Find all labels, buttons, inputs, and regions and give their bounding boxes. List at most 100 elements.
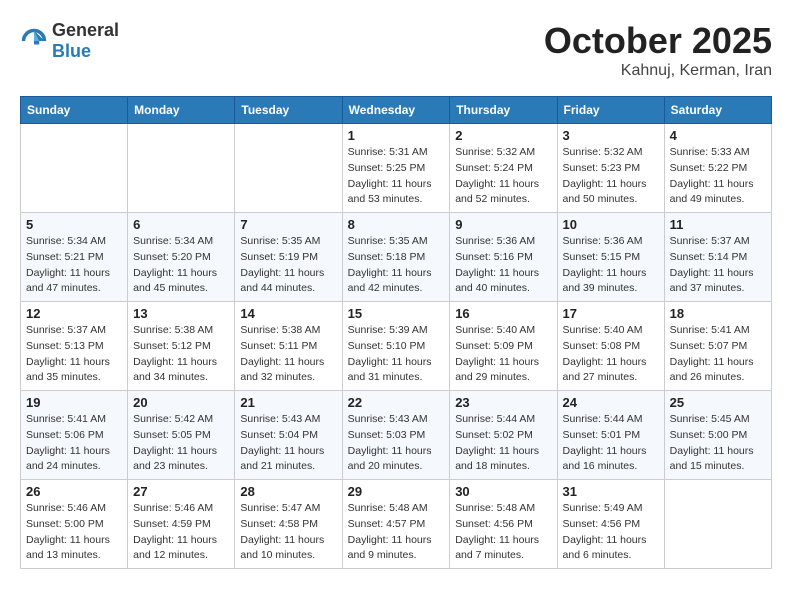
day-number: 25 xyxy=(670,395,766,410)
day-number: 2 xyxy=(455,128,551,143)
calendar-cell: 15 Sunrise: 5:39 AMSunset: 5:10 PMDayligh… xyxy=(342,302,450,391)
location: Kahnuj, Kerman, Iran xyxy=(544,62,772,80)
calendar-cell: 11Sunrise: 5:37 AMSunset: 5:14 PMDayligh… xyxy=(664,213,771,302)
weekday-header: Saturday xyxy=(664,97,771,124)
day-info: Sunrise: 5:44 AMSunset: 5:02 PMDaylight:… xyxy=(455,412,551,475)
calendar-cell: 31 Sunrise: 5:49 AMSunset: 4:56 PMDayligh… xyxy=(557,480,664,569)
month-title: October 2025 xyxy=(544,20,772,62)
day-info: Sunrise: 5:46 AMSunset: 5:00 PMDaylight:… xyxy=(26,501,122,564)
day-number: 29 xyxy=(348,484,445,499)
day-info: Sunrise: 5:43 AMSunset: 5:04 PMDaylight:… xyxy=(240,412,336,475)
day-number: 7 xyxy=(240,217,336,232)
calendar-cell xyxy=(128,124,235,213)
day-info: Sunrise: 5:46 AMSunset: 4:59 PMDaylight:… xyxy=(133,501,229,564)
calendar-cell xyxy=(235,124,342,213)
day-info: Sunrise: 5:40 AMSunset: 5:09 PMDaylight:… xyxy=(455,323,551,386)
calendar-week-row: 19Sunrise: 5:41 AMSunset: 5:06 PMDayligh… xyxy=(21,391,772,480)
calendar-cell: 13 Sunrise: 5:38 AMSunset: 5:12 PMDayligh… xyxy=(128,302,235,391)
calendar-cell: 28Sunrise: 5:47 AMSunset: 4:58 PMDayligh… xyxy=(235,480,342,569)
calendar-cell: 12 Sunrise: 5:37 AMSunset: 5:13 PMDayligh… xyxy=(21,302,128,391)
day-number: 4 xyxy=(670,128,766,143)
calendar-header-row: SundayMondayTuesdayWednesdayThursdayFrid… xyxy=(21,97,772,124)
calendar-cell: 16 Sunrise: 5:40 AMSunset: 5:09 PMDayligh… xyxy=(450,302,557,391)
day-info: Sunrise: 5:49 AMSunset: 4:56 PMDaylight:… xyxy=(563,501,659,564)
day-info: Sunrise: 5:48 AMSunset: 4:57 PMDaylight:… xyxy=(348,501,445,564)
day-number: 18 xyxy=(670,306,766,321)
weekday-header: Tuesday xyxy=(235,97,342,124)
calendar-cell: 1 Sunrise: 5:31 AMSunset: 5:25 PMDaylight… xyxy=(342,124,450,213)
day-number: 10 xyxy=(563,217,659,232)
calendar-cell: 10 Sunrise: 5:36 AMSunset: 5:15 PMDayligh… xyxy=(557,213,664,302)
day-number: 26 xyxy=(26,484,122,499)
day-info: Sunrise: 5:43 AMSunset: 5:03 PMDaylight:… xyxy=(348,412,445,475)
day-number: 27 xyxy=(133,484,229,499)
day-info: Sunrise: 5:34 AMSunset: 5:20 PMDaylight:… xyxy=(133,234,229,297)
calendar-cell: 21 Sunrise: 5:43 AMSunset: 5:04 PMDayligh… xyxy=(235,391,342,480)
day-info: Sunrise: 5:37 AMSunset: 5:13 PMDaylight:… xyxy=(26,323,122,386)
calendar-cell: 27 Sunrise: 5:46 AMSunset: 4:59 PMDayligh… xyxy=(128,480,235,569)
weekday-header: Thursday xyxy=(450,97,557,124)
logo-text: General Blue xyxy=(52,20,119,62)
logo-icon xyxy=(20,27,48,55)
calendar-cell: 22 Sunrise: 5:43 AMSunset: 5:03 PMDayligh… xyxy=(342,391,450,480)
day-number: 9 xyxy=(455,217,551,232)
day-number: 22 xyxy=(348,395,445,410)
calendar-cell: 18Sunrise: 5:41 AMSunset: 5:07 PMDayligh… xyxy=(664,302,771,391)
calendar-cell: 26 Sunrise: 5:46 AMSunset: 5:00 PMDayligh… xyxy=(21,480,128,569)
calendar-table: SundayMondayTuesdayWednesdayThursdayFrid… xyxy=(20,96,772,569)
day-info: Sunrise: 5:44 AMSunset: 5:01 PMDaylight:… xyxy=(563,412,659,475)
day-info: Sunrise: 5:36 AMSunset: 5:15 PMDaylight:… xyxy=(563,234,659,297)
day-info: Sunrise: 5:35 AMSunset: 5:19 PMDaylight:… xyxy=(240,234,336,297)
day-number: 16 xyxy=(455,306,551,321)
calendar-cell: 19Sunrise: 5:41 AMSunset: 5:06 PMDayligh… xyxy=(21,391,128,480)
calendar-cell: 8 Sunrise: 5:35 AMSunset: 5:18 PMDaylight… xyxy=(342,213,450,302)
calendar-cell: 20Sunrise: 5:42 AMSunset: 5:05 PMDayligh… xyxy=(128,391,235,480)
day-number: 21 xyxy=(240,395,336,410)
day-number: 15 xyxy=(348,306,445,321)
calendar-cell: 3 Sunrise: 5:32 AMSunset: 5:23 PMDaylight… xyxy=(557,124,664,213)
day-info: Sunrise: 5:38 AMSunset: 5:12 PMDaylight:… xyxy=(133,323,229,386)
logo: General Blue xyxy=(20,20,119,62)
day-info: Sunrise: 5:36 AMSunset: 5:16 PMDaylight:… xyxy=(455,234,551,297)
calendar-cell: 24 Sunrise: 5:44 AMSunset: 5:01 PMDayligh… xyxy=(557,391,664,480)
logo-blue: Blue xyxy=(52,41,91,61)
calendar-cell: 30Sunrise: 5:48 AMSunset: 4:56 PMDayligh… xyxy=(450,480,557,569)
day-number: 30 xyxy=(455,484,551,499)
day-number: 5 xyxy=(26,217,122,232)
day-info: Sunrise: 5:32 AMSunset: 5:23 PMDaylight:… xyxy=(563,145,659,208)
calendar-week-row: 5 Sunrise: 5:34 AMSunset: 5:21 PMDaylight… xyxy=(21,213,772,302)
day-info: Sunrise: 5:39 AMSunset: 5:10 PMDaylight:… xyxy=(348,323,445,386)
day-number: 8 xyxy=(348,217,445,232)
day-number: 13 xyxy=(133,306,229,321)
day-number: 1 xyxy=(348,128,445,143)
calendar-cell: 5 Sunrise: 5:34 AMSunset: 5:21 PMDaylight… xyxy=(21,213,128,302)
day-info: Sunrise: 5:31 AMSunset: 5:25 PMDaylight:… xyxy=(348,145,445,208)
calendar-cell: 2 Sunrise: 5:32 AMSunset: 5:24 PMDaylight… xyxy=(450,124,557,213)
day-number: 3 xyxy=(563,128,659,143)
logo-general: General xyxy=(52,20,119,40)
weekday-header: Friday xyxy=(557,97,664,124)
day-info: Sunrise: 5:34 AMSunset: 5:21 PMDaylight:… xyxy=(26,234,122,297)
day-info: Sunrise: 5:47 AMSunset: 4:58 PMDaylight:… xyxy=(240,501,336,564)
weekday-header: Monday xyxy=(128,97,235,124)
day-number: 24 xyxy=(563,395,659,410)
calendar-week-row: 1 Sunrise: 5:31 AMSunset: 5:25 PMDaylight… xyxy=(21,124,772,213)
day-info: Sunrise: 5:40 AMSunset: 5:08 PMDaylight:… xyxy=(563,323,659,386)
calendar-cell xyxy=(664,480,771,569)
day-number: 31 xyxy=(563,484,659,499)
day-info: Sunrise: 5:35 AMSunset: 5:18 PMDaylight:… xyxy=(348,234,445,297)
day-info: Sunrise: 5:38 AMSunset: 5:11 PMDaylight:… xyxy=(240,323,336,386)
calendar-cell: 17Sunrise: 5:40 AMSunset: 5:08 PMDayligh… xyxy=(557,302,664,391)
calendar-cell: 6Sunrise: 5:34 AMSunset: 5:20 PMDaylight… xyxy=(128,213,235,302)
calendar-cell: 7 Sunrise: 5:35 AMSunset: 5:19 PMDaylight… xyxy=(235,213,342,302)
day-number: 12 xyxy=(26,306,122,321)
calendar-cell: 25Sunrise: 5:45 AMSunset: 5:00 PMDayligh… xyxy=(664,391,771,480)
day-number: 19 xyxy=(26,395,122,410)
weekday-header: Sunday xyxy=(21,97,128,124)
day-info: Sunrise: 5:32 AMSunset: 5:24 PMDaylight:… xyxy=(455,145,551,208)
calendar-cell: 23Sunrise: 5:44 AMSunset: 5:02 PMDayligh… xyxy=(450,391,557,480)
calendar-week-row: 12 Sunrise: 5:37 AMSunset: 5:13 PMDayligh… xyxy=(21,302,772,391)
day-number: 11 xyxy=(670,217,766,232)
day-number: 20 xyxy=(133,395,229,410)
weekday-header: Wednesday xyxy=(342,97,450,124)
